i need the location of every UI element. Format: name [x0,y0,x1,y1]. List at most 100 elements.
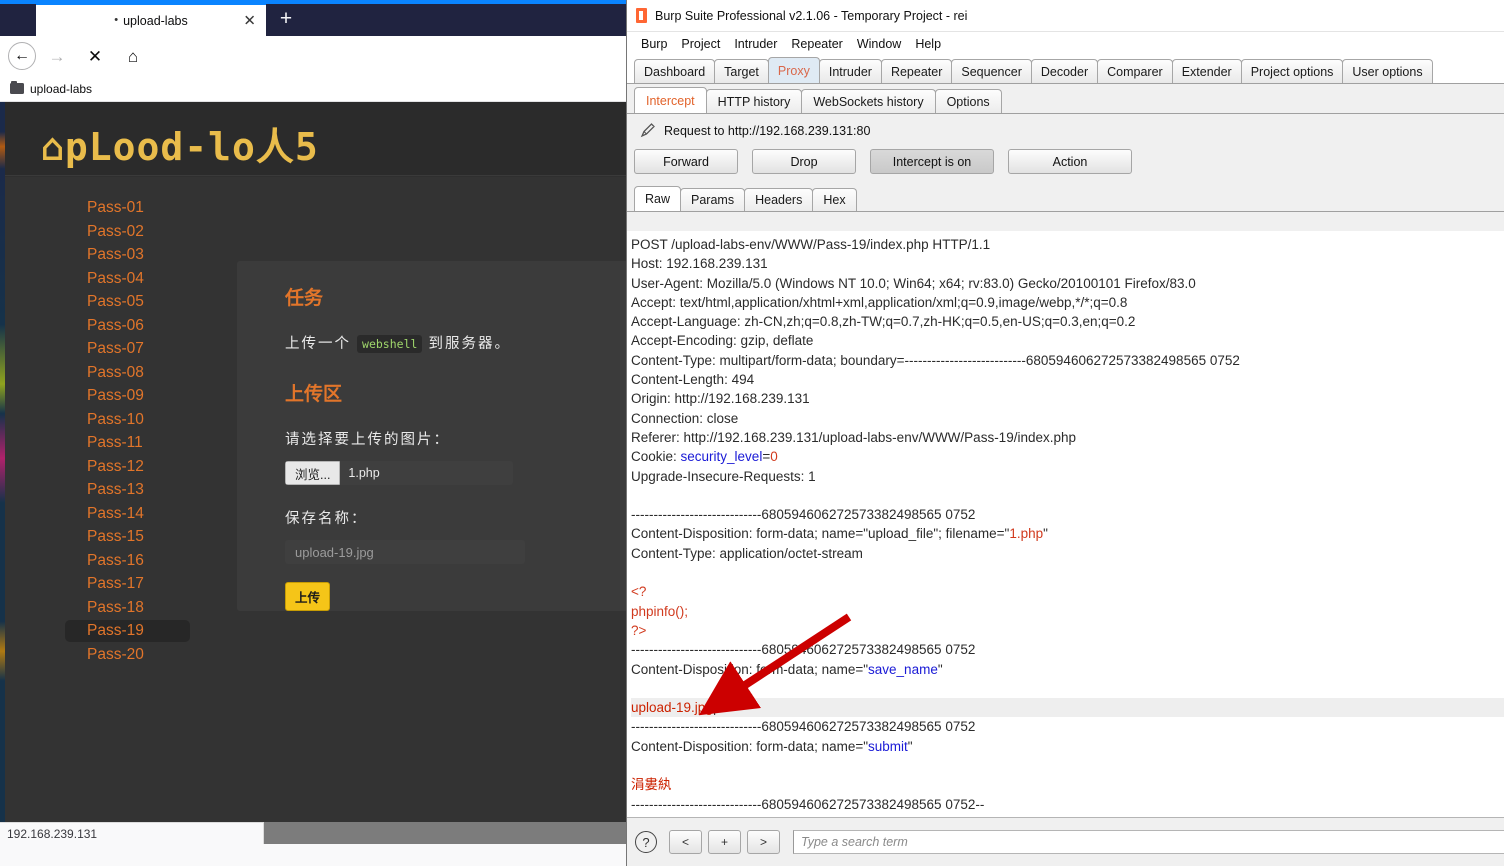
pass-link-pass-04[interactable]: Pass-04 [65,268,190,290]
pass-link-pass-12[interactable]: Pass-12 [65,456,190,478]
browser-tab-title: upload-labs [123,13,188,28]
burp-action-drop[interactable]: Drop [752,149,856,174]
menu-item-help[interactable]: Help [908,35,948,53]
format-tab-headers[interactable]: Headers [744,188,814,211]
menu-item-project[interactable]: Project [674,35,727,53]
forward-button[interactable]: → [40,39,74,73]
burp-tab-target[interactable]: Target [714,59,769,83]
pass-link-pass-03[interactable]: Pass-03 [65,244,190,266]
lesson-card: 任务 上传一个 webshell 到服务器。 上传区 请选择要上传的图片： 浏览… [237,261,626,611]
browse-button[interactable]: 浏览... [285,461,341,485]
search-add-button[interactable]: + [708,830,741,854]
tabstrip-left-pad [0,0,36,36]
pass-link-pass-05[interactable]: Pass-05 [65,291,190,313]
browser-navigation-bar: ← → ✕ ⌂ 🛡 192.168.239.131/upload-labs-en… [0,36,626,107]
burp-tab-project-options[interactable]: Project options [1240,59,1344,83]
proxy-subtab-http-history[interactable]: HTTP history [705,89,803,113]
proxy-subtab-options[interactable]: Options [934,89,1002,113]
request-line [631,563,1504,582]
format-tab-raw[interactable]: Raw [634,186,682,211]
pass-link-pass-10[interactable]: Pass-10 [65,409,190,431]
menu-item-burp[interactable]: Burp [634,35,674,53]
browser-tab-strip: • upload-labs ✕ + [0,0,626,36]
proxy-sub-tabs: Intercept HTTP history WebSockets history O… [627,84,1504,114]
request-line: <? [631,584,647,600]
back-button[interactable]: ← [8,42,36,70]
request-line: Accept: text/html,application/xhtml+xml,… [631,294,1128,310]
stop-button[interactable]: ✕ [78,39,112,73]
request-line: Accept-Language: zh-CN,zh;q=0.8,zh-TW;q=… [631,314,1136,330]
pass-link-pass-01[interactable]: Pass-01 [65,197,190,219]
pass-link-pass-08[interactable]: Pass-08 [65,362,190,384]
burp-action-action[interactable]: Action [1008,149,1132,174]
pass-link-pass-16[interactable]: Pass-16 [65,550,190,572]
new-tab-button[interactable]: + [270,3,302,33]
burp-tab-user-options[interactable]: User options [1342,59,1433,83]
request-line: Content-Type: application/octet-stream [631,545,863,561]
save-name-input[interactable]: upload-19.jpg [285,540,525,564]
format-tab-hex[interactable]: Hex [812,188,857,211]
pass-link-pass-18[interactable]: Pass-18 [65,597,190,619]
tab-loading-dot: • [114,14,119,26]
request-line [631,486,1504,505]
menu-item-intruder[interactable]: Intruder [727,35,784,53]
pass-link-pass-17[interactable]: Pass-17 [65,573,190,595]
request-raw-text[interactable]: POST /upload-labs-env/WWW/Pass-19/index.… [629,235,1504,814]
pass-link-pass-20[interactable]: Pass-20 [65,644,190,666]
burp-tab-proxy[interactable]: Proxy [767,57,820,83]
pass-link-pass-02[interactable]: Pass-02 [65,221,190,243]
burp-tab-dashboard[interactable]: Dashboard [634,59,716,83]
format-tab-params[interactable]: Params [680,188,746,211]
upload-submit-button[interactable]: 上传 [285,582,331,611]
browser-status-bar: 192.168.239.131 [0,822,264,844]
burp-tab-repeater[interactable]: Repeater [880,59,953,83]
pass-link-pass-15[interactable]: Pass-15 [65,526,190,548]
request-line: Upgrade-Insecure-Requests: 1 [631,468,816,484]
intercept-header: Request to http://192.168.239.131:80 [627,114,1504,139]
pass-link-pass-06[interactable]: Pass-06 [65,315,190,337]
burp-tab-comparer[interactable]: Comparer [1097,59,1173,83]
search-next-button[interactable]: > [747,830,780,854]
pass-level-nav: Pass-01 Pass-02 Pass-03 Pass-04 Pass-05 Pass-… [65,197,235,667]
request-line: Connection: close [631,410,739,426]
request-editor[interactable]: POST /upload-labs-env/WWW/Pass-19/index.… [627,231,1504,817]
request-line [631,679,1504,698]
request-line: -----------------------------68059460627… [631,507,976,523]
home-button[interactable]: ⌂ [116,39,150,73]
pass-link-pass-13[interactable]: Pass-13 [65,479,190,501]
proxy-subtab-intercept[interactable]: Intercept [634,87,707,113]
menu-item-repeater[interactable]: Repeater [784,35,849,53]
proxy-subtab-websockets-history[interactable]: WebSockets history [801,89,936,113]
burp-action-forward[interactable]: Forward [634,149,738,174]
search-input[interactable]: Type a search term [793,830,1504,854]
burp-tab-sequencer[interactable]: Sequencer [951,59,1032,83]
bookmark-item-upload-labs[interactable]: upload-labs [10,80,92,96]
request-line: -----------------------------68059460627… [631,796,985,812]
pass-link-pass-11[interactable]: Pass-11 [65,432,190,454]
pass-link-pass-07[interactable]: Pass-07 [65,338,190,360]
request-line: Content-Disposition: form-data; name="up… [631,526,1048,542]
request-line: -----------------------------68059460627… [631,719,976,735]
request-line: Content-Disposition: form-data; name="su… [631,738,913,754]
burp-tab-intruder[interactable]: Intruder [818,59,882,83]
request-line: upload-19.jpg| [631,698,1504,718]
burp-menu-bar: Burp Project Intruder Repeater Window Help [627,32,1504,56]
search-prev-button[interactable]: < [669,830,702,854]
menu-item-window[interactable]: Window [850,35,908,53]
window-accent-strip [0,0,626,4]
burp-tab-extender[interactable]: Extender [1171,59,1242,83]
pass-link-pass-09[interactable]: Pass-09 [65,385,190,407]
burp-action-intercept-is-on[interactable]: Intercept is on [870,149,994,174]
burp-tab-decoder[interactable]: Decoder [1030,59,1099,83]
question-mark-icon[interactable]: ? [635,831,657,853]
request-line: phpinfo(); [631,603,689,619]
close-icon[interactable]: ✕ [243,13,256,28]
web-page-content: ⌂pLood-lo人5 Pass-01 Pass-02 Pass-03 Pass-04… [0,102,626,844]
browser-tab-upload-labs[interactable]: • upload-labs ✕ [36,2,266,36]
file-input-row[interactable]: 浏览... 1.php [285,461,513,485]
pass-link-pass-19[interactable]: Pass-19 [65,620,190,642]
pass-link-pass-14[interactable]: Pass-14 [65,503,190,525]
request-line: -----------------------------68059460627… [631,642,976,658]
request-line: 涓婁紈 [631,777,672,793]
horizontal-scrollbar[interactable] [264,822,626,844]
